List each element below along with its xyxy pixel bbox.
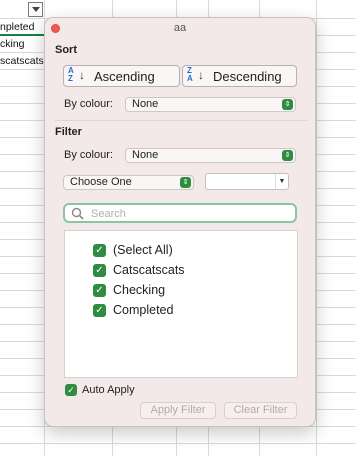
filter-by-colour-select[interactable]: None ⇕ [125, 148, 296, 163]
column-header-row [0, 0, 356, 18]
cell-completed[interactable]: npleted [0, 21, 34, 33]
list-item-checking[interactable]: ✓ Checking [93, 282, 165, 298]
clear-filter-button[interactable]: Clear Filter [224, 402, 297, 419]
search-icon [71, 207, 84, 220]
sort-ascending-icon: A Z ↓ [68, 66, 85, 83]
selection-highlight [0, 34, 44, 36]
sort-by-colour-value: None [132, 98, 159, 110]
section-divider [55, 120, 307, 121]
chevron-updown-icon: ⇕ [282, 150, 293, 161]
column-filter-dropdown-button[interactable] [28, 2, 43, 17]
checkbox-checked-icon[interactable]: ✓ [93, 263, 106, 277]
list-item-select-all[interactable]: ✓ (Select All) [93, 242, 173, 258]
search-field[interactable]: Search [63, 203, 297, 223]
filter-heading: Filter [55, 126, 82, 138]
filter-value-combobox[interactable]: ▼ [205, 173, 289, 190]
sort-descending-button[interactable]: Z A ↓ Descending [182, 65, 297, 87]
list-item-label: (Select All) [113, 243, 173, 257]
checkbox-checked-icon[interactable]: ✓ [93, 243, 106, 257]
sort-ascending-label: Ascending [94, 68, 155, 84]
cell-checking[interactable]: cking [0, 38, 25, 50]
sort-ascending-button[interactable]: A Z ↓ Ascending [63, 65, 180, 87]
sort-by-colour-select[interactable]: None ⇕ [125, 97, 296, 112]
cell-catscatscats[interactable]: scatscats [0, 55, 44, 67]
popover-title: aa [173, 22, 187, 34]
checkbox-checked-icon[interactable]: ✓ [93, 283, 106, 297]
filter-condition-select[interactable]: Choose One ⇕ [63, 175, 194, 190]
filter-values-list: ✓ (Select All) ✓ Catscatscats ✓ Checking… [64, 230, 298, 378]
sort-heading: Sort [55, 44, 77, 56]
search-placeholder: Search [91, 208, 126, 220]
popover-titlebar: aa [45, 18, 315, 40]
filter-condition-value: Choose One [70, 176, 132, 188]
sort-filter-popover: aa Sort A Z ↓ Ascending Z A ↓ Descending… [44, 17, 316, 427]
filter-by-colour-label: By colour: [64, 149, 113, 161]
sort-by-colour-label: By colour: [64, 98, 113, 110]
list-item-catscatscats[interactable]: ✓ Catscatscats [93, 262, 185, 278]
list-item-completed[interactable]: ✓ Completed [93, 302, 173, 318]
chevron-down-icon[interactable]: ▼ [275, 174, 288, 189]
sort-descending-icon: Z A ↓ [187, 66, 204, 83]
sort-descending-label: Descending [213, 68, 282, 84]
auto-apply-label: Auto Apply [82, 384, 135, 396]
auto-apply-toggle[interactable]: ✓ Auto Apply [65, 384, 135, 396]
filter-by-colour-value: None [132, 149, 159, 161]
chevron-updown-icon: ⇕ [282, 99, 293, 110]
chevron-updown-icon: ⇕ [180, 177, 191, 188]
auto-apply-checkbox[interactable]: ✓ [65, 384, 77, 396]
checkbox-checked-icon[interactable]: ✓ [93, 303, 106, 317]
list-item-label: Checking [113, 283, 166, 297]
list-item-label: Catscatscats [113, 263, 185, 277]
apply-filter-button[interactable]: Apply Filter [140, 402, 216, 419]
list-item-label: Completed [113, 303, 174, 317]
